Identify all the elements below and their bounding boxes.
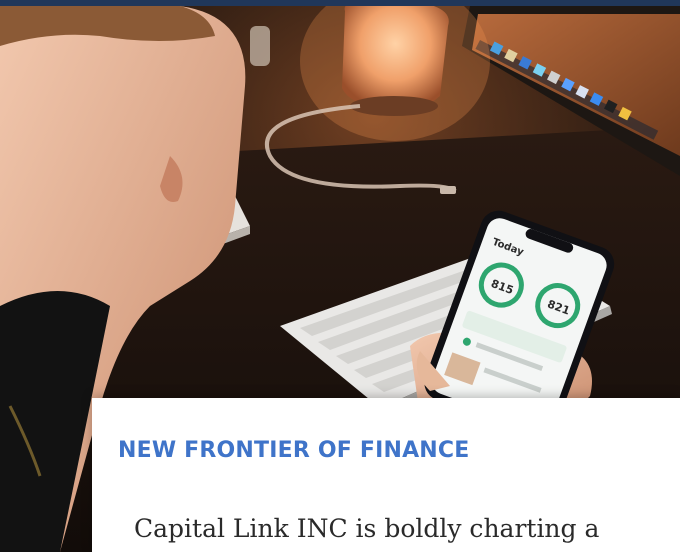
page-frame: Today 815 821 NEW FRONTIER OF FINANCE Ca… — [0, 0, 680, 552]
card-body-text: Capital Link INC is boldly charting a — [134, 514, 600, 543]
card-heading: NEW FRONTIER OF FINANCE — [118, 438, 470, 463]
content-card: NEW FRONTIER OF FINANCE Capital Link INC… — [92, 398, 680, 552]
